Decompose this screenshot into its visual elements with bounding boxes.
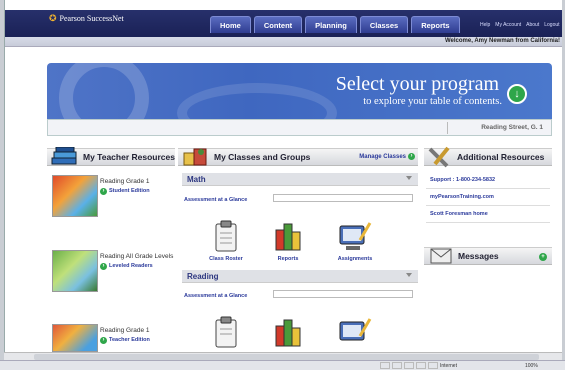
tab-home[interactable]: Home: [210, 16, 251, 33]
resource-title: Reading Grade 1: [100, 178, 150, 185]
banner-subtitle: to explore your table of contents.: [363, 96, 502, 107]
assessment-field[interactable]: [273, 194, 413, 202]
clipboard-icon: [215, 316, 237, 348]
tab-content[interactable]: Content: [253, 16, 303, 33]
book-cover-image[interactable]: [52, 175, 98, 217]
support-phone-link[interactable]: Support : 1-800-234-5832: [430, 177, 495, 183]
link-label: Leveled Readers: [109, 262, 153, 269]
assessment-field[interactable]: [273, 290, 413, 298]
banner-swirl: [59, 63, 149, 119]
logo-text: Pearson SuccessNet: [59, 14, 124, 23]
additional-resources-header: Additional Resources: [424, 146, 552, 168]
teacher-resources-title: My Teacher Resources: [83, 152, 175, 162]
go-icon: ›: [100, 187, 107, 195]
assignments-label: Assignments: [337, 256, 373, 262]
divider: [426, 222, 550, 223]
mypearsontraining-link[interactable]: myPearsonTraining.com: [430, 194, 494, 200]
teacher-edition-link[interactable]: › Teacher Edition: [100, 337, 175, 345]
tab-classes[interactable]: Classes: [359, 16, 409, 33]
tab-planning[interactable]: Planning: [305, 16, 357, 33]
books-icon: [51, 147, 77, 165]
zoom-level[interactable]: 100%: [525, 363, 538, 369]
my-account-link[interactable]: My Account: [495, 22, 521, 28]
main-tabs: Home Content Planning Classes Reports: [210, 16, 460, 33]
go-icon: ›: [408, 153, 415, 160]
book-cover-image[interactable]: [52, 324, 98, 352]
scott-foresman-link[interactable]: Scott Foresman home: [430, 211, 488, 217]
pearson-star-icon: ✪: [49, 13, 57, 23]
subject-bar-math[interactable]: Math: [182, 173, 418, 186]
classes-title: My Classes and Groups: [214, 152, 311, 162]
link-label: Teacher Edition: [109, 336, 150, 343]
additional-resources-title: Additional Resources: [457, 152, 545, 162]
about-link[interactable]: About: [526, 22, 539, 28]
messages-title: Messages: [458, 251, 499, 261]
subject-name: Reading: [187, 271, 219, 281]
class-roster-tool[interactable]: Class Roster: [201, 220, 251, 262]
subject-bar-reading[interactable]: Reading: [182, 270, 418, 283]
manage-classes-link[interactable]: Manage Classes ›: [359, 153, 415, 160]
tools-icon: [428, 146, 450, 168]
horizontal-scrollbar[interactable]: [4, 352, 562, 360]
add-message-icon[interactable]: +: [539, 253, 547, 261]
welcome-message: Welcome, Amy Newman from California!: [444, 38, 560, 44]
security-zone: Internet: [440, 363, 457, 369]
messages-header: Messages +: [424, 247, 552, 265]
reports-icon: [275, 319, 301, 347]
selected-program[interactable]: Reading Street, G. 1: [481, 124, 543, 131]
reports-tool[interactable]: Reports: [263, 222, 313, 262]
classes-header: My Classes and Groups Manage Classes ›: [178, 148, 418, 166]
book-cover-image[interactable]: [52, 250, 98, 292]
go-icon: ›: [100, 262, 107, 270]
clipboard-icon: [215, 220, 237, 252]
pearson-logo[interactable]: ✪ Pearson SuccessNet: [49, 13, 124, 24]
divider: [426, 205, 550, 206]
link-label: Student Edition: [109, 187, 150, 194]
assignments-tool[interactable]: [330, 316, 380, 350]
divider: [426, 188, 550, 189]
assessment-label[interactable]: Assessment at a Glance: [184, 197, 247, 203]
teacher-resources-header: My Teacher Resources: [47, 147, 175, 166]
student-edition-link[interactable]: › Student Edition: [100, 188, 175, 196]
welcome-bar: Welcome, Amy Newman from California!: [5, 37, 562, 47]
assignment-computer-icon: [339, 318, 372, 341]
assessment-label[interactable]: Assessment at a Glance: [184, 293, 247, 299]
program-banner[interactable]: Select your program to explore your tabl…: [47, 63, 552, 119]
manage-classes-label: Manage Classes: [359, 153, 406, 160]
class-roster-label: Class Roster: [209, 256, 243, 262]
assignments-tool[interactable]: Assignments: [330, 220, 380, 262]
program-selector[interactable]: Reading Street, G. 1: [47, 119, 552, 136]
resource-title: Reading All Grade Levels: [100, 253, 174, 260]
go-icon: ›: [100, 336, 107, 344]
help-link[interactable]: Help: [480, 22, 490, 28]
go-arrow-icon[interactable]: ↓: [507, 84, 527, 104]
class-roster-tool[interactable]: [201, 316, 251, 350]
banner-swirl: [177, 83, 337, 119]
logout-link[interactable]: Logout: [544, 22, 559, 28]
banner-title: Select your program: [335, 73, 499, 95]
classroom-icon: [183, 148, 207, 166]
divider: [447, 122, 448, 134]
resource-title: Reading Grade 1: [100, 327, 150, 334]
collapse-arrow-icon[interactable]: [406, 176, 412, 180]
reports-tool[interactable]: [263, 318, 313, 350]
reports-label: Reports: [277, 256, 299, 262]
utility-links: Help My Account About Logout: [480, 22, 560, 28]
leveled-readers-link[interactable]: › Leveled Readers: [100, 263, 175, 271]
tab-reports[interactable]: Reports: [411, 16, 460, 33]
collapse-arrow-icon[interactable]: [406, 273, 412, 277]
envelope-icon: [430, 248, 452, 264]
assignment-computer-icon: [339, 222, 372, 250]
status-cells: [380, 362, 438, 369]
reports-icon: [275, 223, 301, 251]
browser-status-bar: Internet 100%: [0, 360, 565, 370]
subject-name: Math: [187, 174, 206, 184]
